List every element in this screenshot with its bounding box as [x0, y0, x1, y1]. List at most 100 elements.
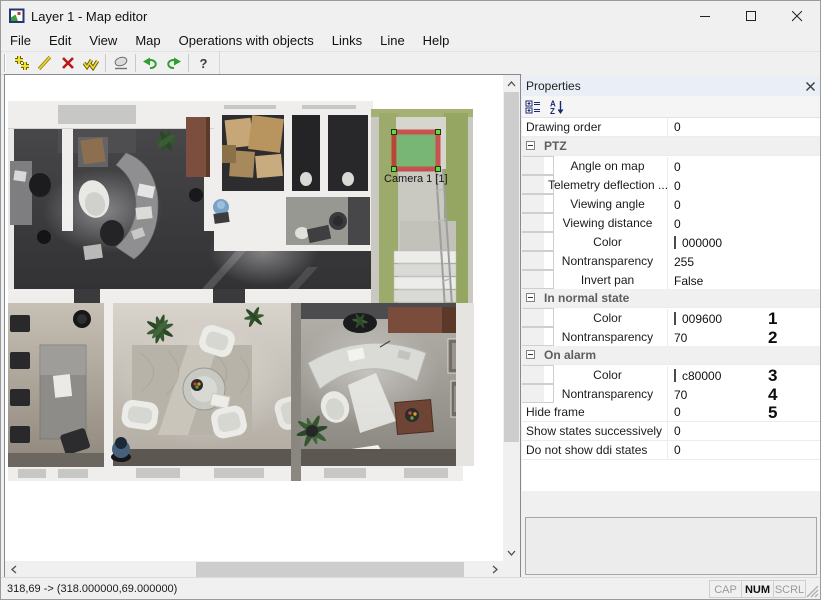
draw-line-icon: [37, 55, 51, 71]
scroll-left-arrow[interactable]: [5, 561, 22, 578]
property-grid: Drawing order 0 PTZ Angle on map 0 Telemetry …: [522, 118, 820, 491]
property-category-row[interactable]: In normal state: [522, 289, 820, 308]
minimize-button[interactable]: [682, 1, 728, 31]
close-panel-button[interactable]: [802, 78, 818, 94]
property-value[interactable]: 70: [668, 385, 687, 404]
menu-operations-with-objects[interactable]: Operations with objects: [170, 31, 323, 51]
delete-button[interactable]: [56, 52, 79, 74]
menu-map[interactable]: Map: [126, 31, 169, 51]
property-row[interactable]: Do not show ddi states 0: [522, 441, 820, 460]
edit-points-icon: [82, 59, 99, 71]
map-canvas[interactable]: Camera 1 [1]: [4, 74, 521, 579]
scroll-right-arrow[interactable]: [486, 561, 503, 578]
property-value[interactable]: 0: [668, 195, 681, 214]
property-value[interactable]: False: [668, 271, 703, 290]
property-row[interactable]: Telemetry deflection ... 0: [522, 175, 681, 195]
color-swatch: [674, 369, 676, 382]
property-value[interactable]: 000000: [668, 233, 722, 252]
add-points-button[interactable]: [10, 52, 33, 74]
property-row[interactable]: Show states successively 0: [522, 422, 820, 441]
property-name: Telemetry deflection ...: [522, 176, 668, 195]
collapse-icon[interactable]: [526, 293, 535, 302]
property-row[interactable]: Color c80000 3: [522, 365, 777, 385]
property-value[interactable]: 255: [668, 252, 694, 271]
property-row[interactable]: Color 009600 1: [522, 308, 777, 328]
scroll-up-arrow[interactable]: [503, 75, 520, 92]
property-row[interactable]: Invert pan False: [522, 270, 703, 290]
horizontal-scroll-thumb[interactable]: [196, 562, 464, 577]
sort-alphabetical-icon[interactable]: A Z: [549, 99, 565, 115]
property-row[interactable]: Nontransparency 70 2: [522, 327, 777, 347]
property-row[interactable]: Viewing angle 0: [522, 194, 681, 214]
window-title: Layer 1 - Map editor: [31, 8, 148, 24]
property-category-row[interactable]: On alarm: [522, 346, 820, 365]
status-indicator-cap: CAP: [709, 579, 742, 598]
properties-header[interactable]: Properties: [522, 76, 820, 96]
property-row[interactable]: Viewing distance 0: [522, 213, 681, 233]
horizontal-scrollbar[interactable]: [5, 561, 503, 578]
property-row[interactable]: Nontransparency 70 4: [522, 384, 777, 404]
property-value[interactable]: 0: [668, 403, 820, 422]
property-name: Nontransparency: [522, 252, 668, 271]
property-row[interactable]: Angle on map 0: [522, 156, 681, 176]
categorized-icon[interactable]: [525, 99, 541, 115]
redo-button[interactable]: [162, 52, 185, 74]
property-value[interactable]: 0: [668, 157, 681, 176]
property-row[interactable]: Color 000000: [522, 232, 722, 252]
maximize-button[interactable]: [728, 1, 774, 31]
resize-grip[interactable]: [806, 585, 819, 598]
scroll-down-arrow[interactable]: [503, 544, 520, 561]
menu-bar: File Edit View Map Operations with objec…: [1, 31, 820, 51]
camera-label: Camera 1 [1]: [384, 173, 448, 185]
keyboard-indicators: CAP NUM SCRL: [709, 579, 806, 598]
property-description-box: [525, 517, 817, 575]
collapse-icon[interactable]: [526, 350, 535, 359]
property-value[interactable]: 0: [668, 118, 820, 137]
menu-links[interactable]: Links: [323, 31, 371, 51]
add-points-icon: [14, 56, 29, 70]
property-name: Angle on map: [522, 157, 668, 176]
edit-points-button[interactable]: [79, 52, 102, 74]
property-value[interactable]: 0: [668, 214, 681, 233]
status-bar: 318,69 -> (318.000000,69.000000) CAP NUM S…: [1, 577, 820, 599]
undo-icon: [143, 57, 157, 70]
svg-text:Z: Z: [550, 107, 555, 115]
collapse-icon[interactable]: [526, 141, 535, 150]
color-swatch: [674, 312, 676, 325]
app-icon: [9, 8, 25, 23]
property-name: Hide frame: [522, 403, 668, 422]
vertical-scroll-thumb[interactable]: [504, 92, 519, 442]
camera-marker[interactable]: Camera 1 [1]: [384, 129, 448, 186]
callout-number: 1: [768, 309, 778, 328]
property-name: Drawing order: [522, 118, 668, 137]
property-value[interactable]: 0: [668, 422, 820, 441]
status-indicator-num: NUM: [741, 579, 774, 598]
property-value[interactable]: 70: [668, 328, 687, 347]
help-button[interactable]: ?: [192, 52, 215, 74]
property-row[interactable]: Nontransparency 255: [522, 251, 694, 271]
undo-button[interactable]: [139, 52, 162, 74]
menu-edit[interactable]: Edit: [40, 31, 80, 51]
vertical-scrollbar[interactable]: [503, 75, 520, 561]
properties-title: Properties: [526, 79, 581, 93]
menu-view[interactable]: View: [80, 31, 126, 51]
property-row[interactable]: Drawing order 0: [522, 118, 820, 137]
property-row[interactable]: Hide frame 0 5: [522, 403, 820, 422]
menu-line[interactable]: Line: [371, 31, 414, 51]
toolbar-grip[interactable]: [4, 54, 6, 72]
property-category-row[interactable]: PTZ: [522, 137, 820, 156]
property-value[interactable]: 009600: [668, 309, 722, 328]
close-button[interactable]: [774, 1, 820, 31]
toolbar-end-border: [219, 51, 220, 75]
title-bar: Layer 1 - Map editor: [1, 1, 820, 31]
toolbar-separator: [105, 54, 106, 72]
property-value[interactable]: 0: [668, 176, 681, 195]
menu-help[interactable]: Help: [414, 31, 459, 51]
category-label: In normal state: [544, 291, 630, 305]
properties-toolbar: A Z: [522, 96, 820, 118]
property-value[interactable]: 0: [668, 441, 820, 460]
property-value[interactable]: c80000: [668, 366, 721, 385]
eraser-button[interactable]: [109, 52, 132, 74]
draw-line-button[interactable]: [33, 52, 56, 74]
menu-file[interactable]: File: [1, 31, 40, 51]
